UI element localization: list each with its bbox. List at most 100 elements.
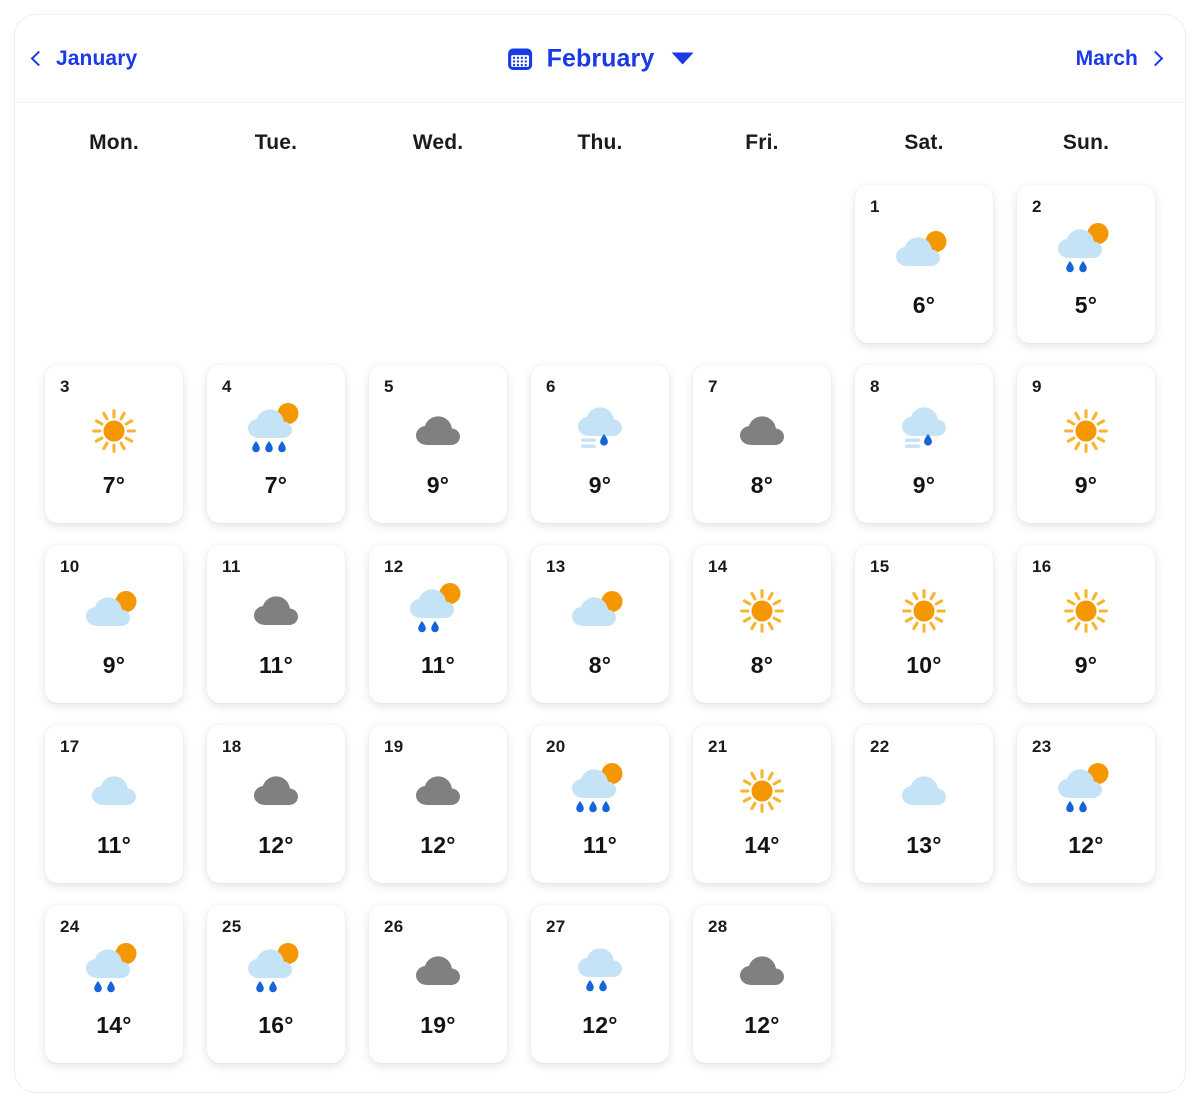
day-temperature: 9° [1017, 652, 1155, 679]
day-cell: 2114° [681, 725, 843, 905]
day-temperature: 9° [45, 652, 183, 679]
day-card[interactable]: 1510° [855, 545, 993, 703]
day-card[interactable]: 148° [693, 545, 831, 703]
next-month-button[interactable]: March [1076, 47, 1161, 71]
weekday-label-sun: Sun. [1005, 131, 1167, 155]
weekday-label-mon: Mon. [33, 131, 195, 155]
day-number: 28 [708, 917, 728, 937]
partly-cloudy-rain2-icon [1044, 223, 1128, 279]
day-card[interactable]: 19 12° [369, 725, 507, 883]
day-temperature: 6° [855, 292, 993, 319]
day-temperature: 8° [693, 472, 831, 499]
day-temperature: 14° [693, 832, 831, 859]
day-number: 7 [708, 377, 718, 397]
day-temperature: 16° [207, 1012, 345, 1039]
day-cell: 17 11° [33, 725, 195, 905]
day-temperature: 10° [855, 652, 993, 679]
weekday-header-row: Mon. Tue. Wed. Thu. Fri. Sat. Sun. [15, 115, 1185, 171]
day-card[interactable]: 17 11° [45, 725, 183, 883]
day-cell: 25° [1005, 185, 1167, 365]
day-cell: 19 12° [357, 725, 519, 905]
day-card[interactable]: 109° [45, 545, 183, 703]
weekday-label-fri: Fri. [681, 131, 843, 155]
month-selector[interactable]: February [507, 44, 694, 73]
day-temperature: 14° [45, 1012, 183, 1039]
day-temperature: 13° [855, 832, 993, 859]
day-cell: 2619° [357, 905, 519, 1085]
day-card[interactable]: 37° [45, 365, 183, 523]
day-cell: 69° [519, 365, 681, 545]
chevron-down-icon[interactable] [671, 53, 693, 65]
partly-cloudy-icon [882, 223, 966, 279]
day-temperature: 9° [1017, 472, 1155, 499]
day-card[interactable]: 25° [1017, 185, 1155, 343]
day-temperature: 12° [369, 832, 507, 859]
day-temperature: 7° [45, 472, 183, 499]
day-card[interactable]: 69° [531, 365, 669, 523]
day-temperature: 8° [693, 652, 831, 679]
day-card[interactable]: 2011° [531, 725, 669, 883]
day-card[interactable]: 89° [855, 365, 993, 523]
prev-month-label: January [56, 47, 137, 71]
day-cell: 138° [519, 545, 681, 725]
day-card[interactable]: 2114° [693, 725, 831, 883]
day-card[interactable]: 169° [1017, 545, 1155, 703]
sun-icon [720, 583, 804, 639]
day-card[interactable]: 1111° [207, 545, 345, 703]
day-card[interactable]: 99° [1017, 365, 1155, 523]
day-cell: 148° [681, 545, 843, 725]
prev-month-button[interactable]: January [33, 47, 137, 71]
cloud-gray-icon [234, 583, 318, 639]
day-cell: 2712° [519, 905, 681, 1085]
day-card[interactable]: 2812° [693, 905, 831, 1063]
day-temperature: 12° [1017, 832, 1155, 859]
day-card[interactable]: 2712° [531, 905, 669, 1063]
cloud-gray-icon [234, 763, 318, 819]
day-cell: 37° [33, 365, 195, 545]
day-number: 12 [384, 557, 404, 577]
partly-cloudy-rain2-icon [234, 943, 318, 999]
day-card[interactable]: 2516° [207, 905, 345, 1063]
day-cell: 2812° [681, 905, 843, 1085]
day-number: 18 [222, 737, 242, 757]
cloud-light-icon [72, 763, 156, 819]
day-number: 22 [870, 737, 890, 757]
day-temperature: 12° [531, 1012, 669, 1039]
day-temperature: 9° [855, 472, 993, 499]
day-card[interactable]: 22 13° [855, 725, 993, 883]
day-card[interactable]: 2312° [1017, 725, 1155, 883]
weekday-label-tue: Tue. [195, 131, 357, 155]
partly-cloudy-rain2-icon [1044, 763, 1128, 819]
partly-cloudy-rain2-icon [72, 943, 156, 999]
day-number: 4 [222, 377, 232, 397]
next-month-label: March [1076, 47, 1138, 71]
day-temperature: 9° [369, 472, 507, 499]
cloud-light-rain2-icon [558, 943, 642, 999]
day-cell: 2011° [519, 725, 681, 905]
day-temperature: 11° [45, 832, 183, 859]
day-card[interactable]: 7 8° [693, 365, 831, 523]
day-card[interactable]: 5 9° [369, 365, 507, 523]
day-temperature: 12° [207, 832, 345, 859]
day-card[interactable]: 4 7° [207, 365, 345, 523]
day-cell: 1510° [843, 545, 1005, 725]
day-number: 19 [384, 737, 404, 757]
day-cell: 1111° [195, 545, 357, 725]
day-cell: 2516° [195, 905, 357, 1085]
day-temperature: 11° [531, 832, 669, 859]
calendar-header: January [15, 15, 1185, 103]
day-number: 26 [384, 917, 404, 937]
day-card[interactable]: 12 11° [369, 545, 507, 703]
day-number: 17 [60, 737, 80, 757]
sun-icon [72, 403, 156, 459]
day-card[interactable]: 2619° [369, 905, 507, 1063]
day-temperature: 7° [207, 472, 345, 499]
day-card[interactable]: 16° [855, 185, 993, 343]
day-card[interactable]: 2414° [45, 905, 183, 1063]
day-card[interactable]: 138° [531, 545, 669, 703]
day-temperature: 11° [369, 652, 507, 679]
day-card[interactable]: 18 12° [207, 725, 345, 883]
day-temperature: 9° [531, 472, 669, 499]
day-number: 5 [384, 377, 394, 397]
cloud-gray-icon [396, 943, 480, 999]
